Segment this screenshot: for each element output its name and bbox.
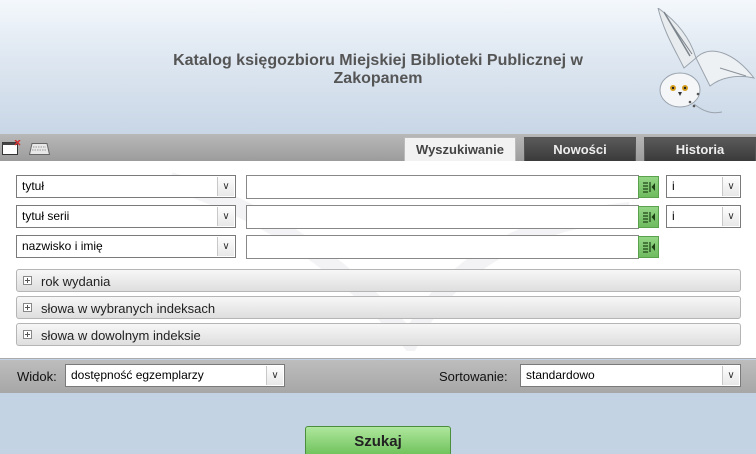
field-select-3[interactable]: nazwisko i imię ∨ [16,235,236,258]
field-select-1[interactable]: tytuł ∨ [16,175,236,198]
header-banner: Katalog księgozbioru Miejskiej Bibliotek… [0,0,756,134]
new-window-icon[interactable] [2,140,21,156]
chevron-down-icon: ∨ [722,177,739,196]
section-rok-wydania[interactable]: rok wydania [16,269,741,292]
search-input-1[interactable] [246,175,639,199]
chevron-down-icon: ∨ [266,366,283,385]
field-select-2[interactable]: tytuł serii ∨ [16,205,236,228]
sort-select[interactable]: standardowo ∨ [520,364,741,387]
tab-nowosci[interactable]: Nowości [524,137,636,161]
keyboard-icon[interactable] [29,143,50,155]
search-input-2[interactable] [246,205,639,229]
view-select[interactable]: dostępność egzemplarzy ∨ [65,364,285,387]
chevron-down-icon: ∨ [217,177,234,196]
search-input-3[interactable] [246,235,639,259]
tab-historia[interactable]: Historia [644,137,756,161]
sort-label: Sortowanie: [439,369,508,384]
chevron-down-icon: ∨ [722,366,739,385]
snowy-owl-icon [657,8,756,114]
tab-wyszukiwanie[interactable]: Wyszukiwanie [404,137,516,161]
section-slowa-w-dowolnym-indeksie[interactable]: słowa w dowolnym indeksie [16,323,741,346]
chevron-down-icon: ∨ [217,207,234,226]
virtual-keyboard-icon[interactable] [638,206,659,228]
search-button[interactable]: Szukaj [305,426,451,454]
view-label: Widok: [17,369,57,384]
expand-plus-icon [23,276,32,285]
virtual-keyboard-icon[interactable] [638,176,659,198]
expand-plus-icon [23,330,32,339]
operator-select-2[interactable]: i ∨ [666,205,741,228]
chevron-down-icon: ∨ [722,207,739,226]
chevron-down-icon: ∨ [217,237,234,256]
section-slowa-w-wybranych-indeksach[interactable]: słowa w wybranych indeksach [16,296,741,319]
operator-select-1[interactable]: i ∨ [666,175,741,198]
page-title: Katalog księgozbioru Miejskiej Bibliotek… [173,52,583,87]
expand-plus-icon [23,303,32,312]
virtual-keyboard-icon[interactable] [638,236,659,258]
tab-bar [0,134,756,161]
